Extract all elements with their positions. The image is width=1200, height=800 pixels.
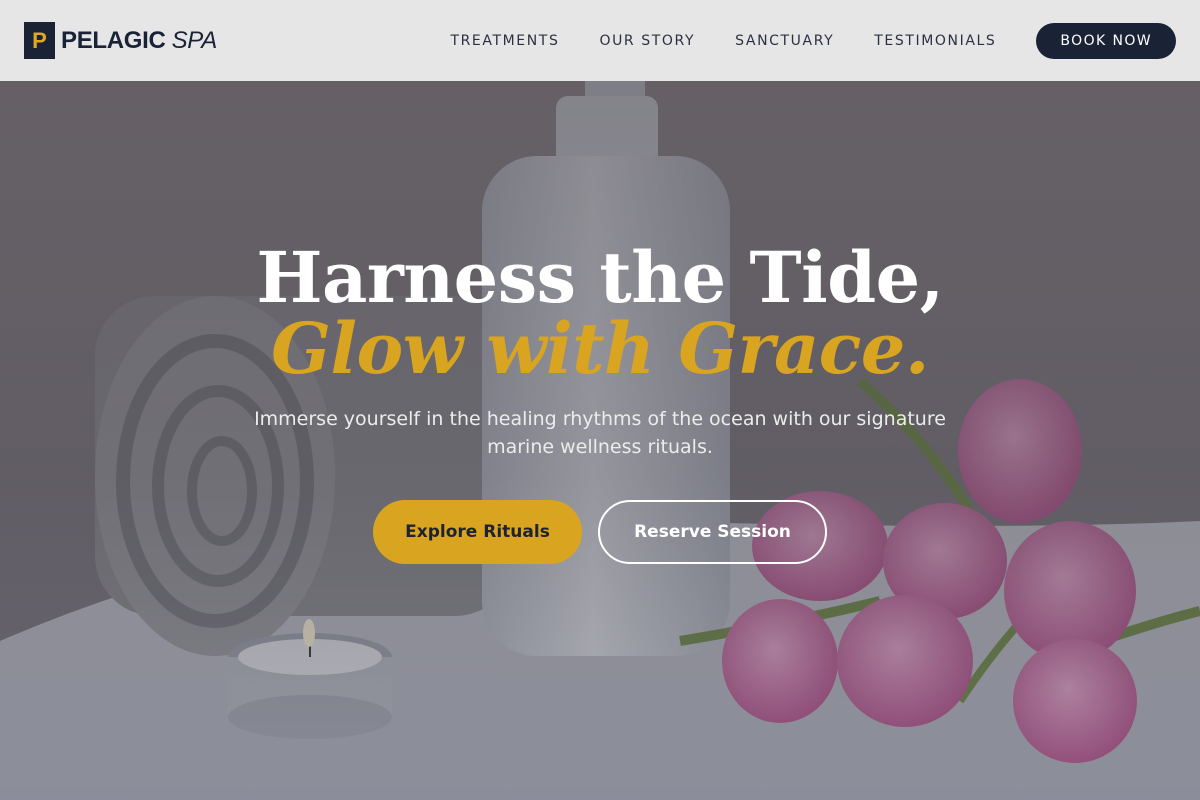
brand-logo[interactable]: P PELAGIC SPA: [24, 22, 217, 59]
brand-name-bold: PELAGIC: [61, 26, 166, 54]
brand-name-italic: SPA: [171, 26, 218, 54]
site-header: P PELAGIC SPA TREATMENTS OUR STORY SANCTU…: [0, 0, 1200, 81]
logo-mark: P: [24, 22, 55, 59]
brand-name: PELAGIC SPA: [61, 27, 217, 55]
hero-title-line-2: Glow with Grace.: [271, 307, 929, 390]
nav-sanctuary[interactable]: SANCTUARY: [735, 33, 834, 49]
reserve-session-button[interactable]: Reserve Session: [598, 500, 827, 564]
main-nav: TREATMENTS OUR STORY SANCTUARY TESTIMONI…: [450, 22, 1176, 59]
explore-rituals-button[interactable]: Explore Rituals: [373, 500, 582, 564]
nav-treatments[interactable]: TREATMENTS: [450, 33, 559, 49]
nav-our-story[interactable]: OUR STORY: [599, 33, 695, 49]
hero-subtitle: Immerse yourself in the healing rhythms …: [254, 408, 946, 458]
book-now-button[interactable]: BOOK NOW: [1036, 22, 1176, 59]
nav-testimonials[interactable]: TESTIMONIALS: [874, 33, 996, 49]
hero-section: Harness the Tide, Glow with Grace. Immer…: [0, 81, 1200, 800]
